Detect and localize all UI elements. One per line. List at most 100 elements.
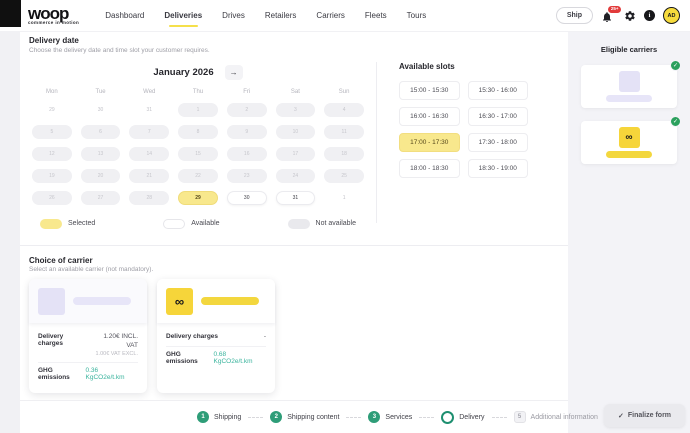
weekday-label: Wed: [129, 89, 169, 95]
calendar-day-17: 17: [276, 147, 316, 161]
step-shipping-content[interactable]: 2Shipping content: [270, 411, 339, 423]
calendar-day-9: 9: [227, 125, 267, 139]
top-navigation-bar: woop commerce in motion Dashboard Deliver…: [0, 0, 690, 32]
delivery-charges-label: Delivery charges: [166, 333, 218, 340]
logo-tagline: commerce in motion: [28, 20, 79, 25]
calendar-grid: MonTueWedThuFriSatSun2930311234567891011…: [24, 89, 372, 205]
calendar-day-28: 28: [129, 191, 169, 205]
time-slot-18-30-19-00[interactable]: 18:30 - 19:00: [468, 159, 529, 178]
arrow-right-icon: →: [230, 68, 238, 77]
carrier-2-name-bar: [201, 297, 259, 305]
nav-item-dashboard[interactable]: Dashboard: [105, 11, 144, 20]
app-root: woop commerce in motion Dashboard Deliver…: [0, 0, 690, 433]
calendar-day-19: 19: [32, 169, 72, 183]
calendar-month-label: January 2026: [153, 67, 213, 78]
finalize-form-button[interactable]: ✓ Finalize form: [604, 404, 685, 427]
weekday-label: Sun: [324, 89, 364, 95]
calendar-day-13: 13: [81, 147, 121, 161]
nav-item-fleets[interactable]: Fleets: [365, 11, 387, 20]
carrier-card-2[interactable]: ∞ Delivery charges - GHG emissions 0.68 …: [157, 279, 275, 393]
nav-item-deliveries[interactable]: Deliveries: [164, 11, 202, 20]
ship-button[interactable]: Ship: [556, 7, 593, 24]
calendar-day-26: 26: [32, 191, 72, 205]
ghg-emissions-row: GHG emissions 0.36 KgCO2e/t.km: [38, 363, 138, 385]
step-connector: [248, 417, 263, 418]
calendar-day-2: 2: [227, 103, 267, 117]
time-slot-17-30-18-00[interactable]: 17:30 - 18:00: [468, 133, 529, 152]
step-connector: [419, 417, 434, 418]
eligible-carrier-2-logo: ∞: [619, 127, 640, 148]
ghg-emissions-value: 0.36 KgCO2e/t.km: [86, 367, 138, 381]
calendar-legend: SelectedAvailableNot available: [24, 219, 372, 229]
calendar-day-11: 11: [324, 125, 364, 139]
weekday-label: Mon: [32, 89, 72, 95]
step-delivery[interactable]: Delivery: [441, 411, 484, 424]
calendar-day-29: 29: [32, 103, 72, 117]
nav-item-retailers[interactable]: Retailers: [265, 11, 297, 20]
carrier-card-2-header: ∞: [157, 279, 275, 323]
help-button[interactable]: i: [644, 10, 655, 21]
main-panel: Delivery date Choose the delivery date a…: [20, 32, 568, 400]
check-badge-icon: ✓: [670, 60, 681, 71]
calendar-day-5: 5: [32, 125, 72, 139]
calendar-day-23: 23: [227, 169, 267, 183]
calendar-day-31[interactable]: 31: [276, 191, 316, 205]
carrier-choice-subtitle: Select an available carrier (not mandato…: [29, 266, 559, 273]
legend-item-av: Available: [163, 219, 219, 229]
eligible-carrier-card-2: ✓ ∞: [581, 121, 677, 164]
delivery-date-title: Delivery date: [29, 36, 559, 45]
carrier-card-1[interactable]: Delivery charges 1.20€ INCL. VAT 1.00€ V…: [29, 279, 147, 393]
step-label: Services: [385, 414, 412, 421]
calendar-next-month-button[interactable]: →: [225, 65, 243, 80]
step-additional-information[interactable]: 5Additional information: [514, 411, 598, 423]
nav-item-carriers[interactable]: Carriers: [316, 11, 344, 20]
eligible-carrier-1-name-bar: [606, 95, 652, 102]
step-number: 2: [270, 411, 282, 423]
calendar-day-27: 27: [81, 191, 121, 205]
step-shipping[interactable]: 1Shipping: [197, 411, 241, 423]
carrier-card-1-body: Delivery charges 1.20€ INCL. VAT 1.00€ V…: [29, 323, 147, 393]
time-slot-17-00-17-30[interactable]: 17:00 - 17:30: [399, 133, 460, 152]
header-actions: Ship 25+ i AD: [556, 7, 690, 24]
notifications-button[interactable]: 25+: [601, 9, 616, 23]
charge-incl-vat: 1.20€ INCL. VAT: [90, 333, 138, 351]
calendar-day-29[interactable]: 29: [178, 191, 218, 205]
step-number: [441, 411, 454, 424]
settings-button[interactable]: [624, 10, 636, 22]
nav-item-drives[interactable]: Drives: [222, 11, 245, 20]
step-number: 5: [514, 411, 526, 423]
time-slot-16-00-16-30[interactable]: 16:00 - 16:30: [399, 107, 460, 126]
calendar-day-24: 24: [276, 169, 316, 183]
delivery-charges-label: Delivery charges: [38, 333, 90, 347]
delivery-date-subtitle: Choose the delivery date and time slot y…: [29, 47, 559, 54]
woop-logo[interactable]: woop commerce in motion: [28, 7, 79, 25]
logo-wordmark: woop: [28, 7, 79, 20]
slots-grid: 15:00 - 15:30 15:30 - 16:00 16:00 - 16:30 1…: [399, 81, 528, 178]
time-slot-15-30-16-00[interactable]: 15:30 - 16:00: [468, 81, 529, 100]
window-corner: [0, 0, 21, 27]
step-label: Shipping: [214, 414, 241, 421]
calendar-day-30: 30: [81, 103, 121, 117]
calendar: January 2026 → MonTueWedThuFriSatSun2930…: [20, 60, 376, 229]
time-slot-15-00-15-30[interactable]: 15:00 - 15:30: [399, 81, 460, 100]
calendar-day-25: 25: [324, 169, 364, 183]
calendar-day-10: 10: [276, 125, 316, 139]
calendar-day-6: 6: [81, 125, 121, 139]
calendar-day-3: 3: [276, 103, 316, 117]
weekday-label: Tue: [81, 89, 121, 95]
time-slot-18-00-18-30[interactable]: 18:00 - 18:30: [399, 159, 460, 178]
nav-item-tours[interactable]: Tours: [407, 11, 427, 20]
legend-swatch: [163, 219, 185, 229]
step-connector: [492, 417, 507, 418]
charge-incl-vat: -: [264, 333, 266, 342]
charge-excl-vat: 1.00€ VAT EXCL.: [96, 351, 139, 358]
user-avatar[interactable]: AD: [663, 7, 680, 24]
section-divider: [20, 245, 568, 246]
calendar-day-4: 4: [324, 103, 364, 117]
legend-swatch: [40, 219, 62, 229]
available-slots: Available slots 15:00 - 15:3015:30 - 16:…: [377, 60, 568, 229]
finalize-form-label: Finalize form: [628, 412, 671, 419]
step-services[interactable]: 3Services: [368, 411, 412, 423]
calendar-day-30[interactable]: 30: [227, 191, 267, 205]
time-slot-16-30-17-00[interactable]: 16:30 - 17:00: [468, 107, 529, 126]
